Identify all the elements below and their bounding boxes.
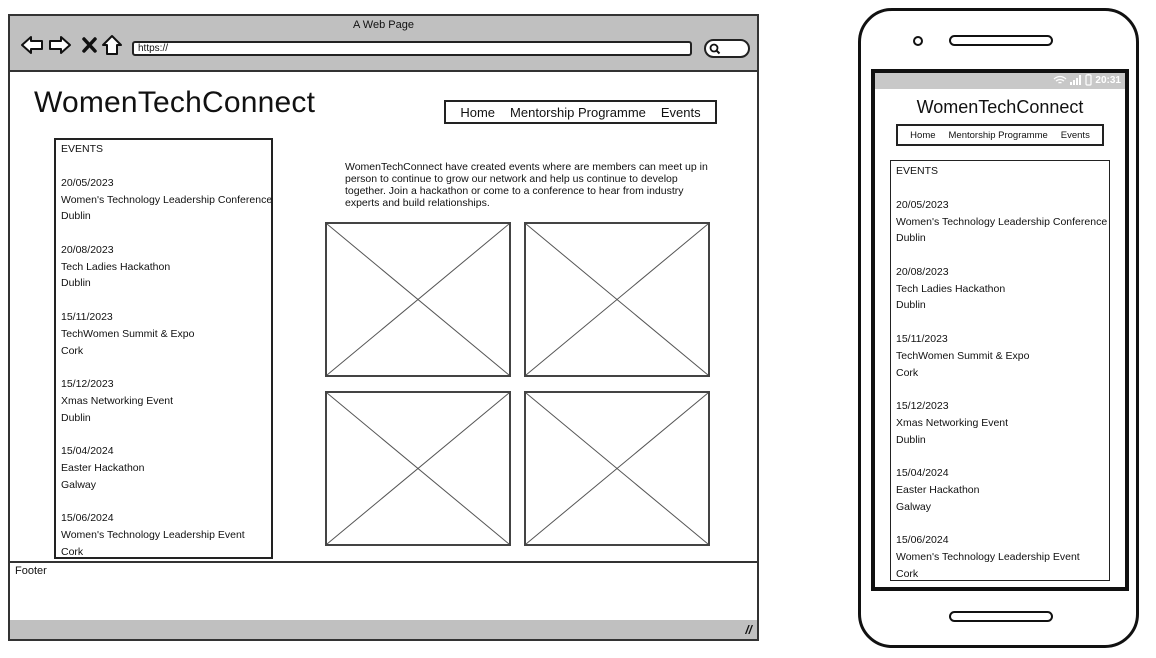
event-name: Xmas Networking Event	[61, 394, 174, 407]
event-item: 15/06/2024 Women's Technology Leadership…	[61, 510, 271, 560]
mobile-nav-link-home[interactable]: Home	[910, 130, 935, 141]
event-item: 15/11/2023 TechWomen Summit & Expo Cork	[61, 309, 271, 359]
events-list: EVENTS 20/05/2023 Women's Technology Lea…	[54, 138, 273, 559]
event-item: 15/12/2023 Xmas Networking Event Dublin	[896, 398, 1109, 448]
page-footer: Footer	[10, 561, 757, 622]
battery-icon	[1085, 74, 1093, 86]
event-location: Dublin	[61, 210, 91, 223]
footer-label: Footer	[15, 565, 47, 577]
main-navigation: Home Mentorship Programme Events	[444, 100, 717, 124]
event-date: 15/11/2023	[896, 333, 948, 346]
browser-status-bar: //	[10, 620, 757, 639]
intro-paragraph: WomenTechConnect have created events whe…	[345, 161, 708, 209]
event-location: Cork	[896, 567, 919, 580]
event-name: TechWomen Summit & Expo	[61, 327, 195, 340]
event-date: 15/12/2023	[896, 400, 949, 413]
event-location: Galway	[896, 500, 932, 513]
event-item: 15/04/2024 Easter Hackathon Galway	[61, 443, 271, 493]
event-date: 15/06/2024	[896, 534, 949, 547]
event-name: Xmas Networking Event	[896, 416, 1009, 429]
image-placeholder-cross-icon	[327, 393, 509, 544]
window-title: A Web Page	[353, 19, 414, 31]
event-name: Easter Hackathon	[896, 483, 980, 496]
image-placeholder	[524, 222, 710, 377]
event-name: Women's Technology Leadership Conference	[896, 215, 1108, 228]
speaker-icon	[949, 35, 1053, 46]
event-location: Cork	[61, 344, 84, 357]
event-name: TechWomen Summit & Expo	[896, 349, 1030, 362]
image-placeholder-cross-icon	[327, 224, 509, 375]
nav-link-home[interactable]: Home	[460, 105, 495, 120]
event-name: Tech Ladies Hackathon	[61, 260, 171, 273]
event-location: Dublin	[61, 277, 91, 290]
browser-search-button[interactable]	[704, 39, 750, 58]
mobile-events-heading: EVENTS	[896, 165, 939, 177]
browser-toolbar: A Web Page https://	[10, 16, 757, 72]
home-button[interactable]	[949, 611, 1053, 622]
mobile-screen: 20:31 WomenTechConnect Home Mentorship P…	[871, 69, 1129, 591]
event-location: Cork	[61, 545, 84, 558]
wifi-icon	[1054, 76, 1067, 84]
camera-icon	[913, 36, 923, 46]
mobile-site-title: WomenTechConnect	[916, 97, 1084, 117]
event-location: Dublin	[61, 411, 91, 424]
image-placeholder-cross-icon	[526, 393, 708, 544]
event-date: 15/12/2023	[61, 378, 114, 391]
event-item: 15/11/2023 TechWomen Summit & Expo Cork	[896, 331, 1109, 381]
status-time: 20:31	[1095, 75, 1121, 86]
mobile-nav-link-mentorship[interactable]: Mentorship Programme	[949, 130, 1048, 141]
site-title: WomenTechConnect	[34, 86, 316, 119]
event-name: Women's Technology Leadership Event	[896, 551, 1080, 563]
event-date: 15/11/2023	[61, 311, 113, 324]
event-date: 20/05/2023	[61, 177, 114, 189]
event-date: 15/06/2024	[61, 512, 114, 525]
event-name: Tech Ladies Hackathon	[896, 282, 1006, 295]
event-date: 15/04/2024	[61, 445, 114, 458]
mobile-navigation: Home Mentorship Programme Events	[896, 124, 1104, 146]
event-item: 15/06/2024 Women's Technology Leadership…	[896, 532, 1109, 582]
event-location: Galway	[61, 478, 97, 491]
mobile-status-bar: 20:31	[875, 73, 1125, 89]
event-name: Women's Technology Leadership Conference	[61, 193, 273, 206]
event-item: 20/05/2023 Women's Technology Leadership…	[61, 175, 273, 225]
image-placeholder	[325, 391, 511, 546]
home-icon[interactable]	[101, 34, 125, 56]
event-location: Dublin	[896, 232, 926, 245]
back-arrow-icon[interactable]	[20, 34, 44, 56]
events-heading: EVENTS	[61, 143, 104, 155]
resize-grip-icon[interactable]: //	[745, 623, 752, 637]
nav-link-events[interactable]: Events	[661, 105, 701, 120]
forward-arrow-icon[interactable]	[48, 34, 72, 56]
event-date: 20/08/2023	[61, 244, 114, 257]
event-item: 15/04/2024 Easter Hackathon Galway	[896, 465, 1109, 515]
mobile-nav-link-events[interactable]: Events	[1061, 130, 1090, 141]
image-placeholder-cross-icon	[526, 224, 708, 375]
url-input[interactable]: https://	[132, 41, 692, 56]
event-date: 20/05/2023	[896, 199, 949, 211]
event-location: Dublin	[896, 299, 926, 312]
event-location: Dublin	[896, 433, 926, 446]
event-item: 20/05/2023 Women's Technology Leadership…	[896, 197, 1109, 247]
event-name: Women's Technology Leadership Event	[61, 529, 245, 541]
event-item: 20/08/2023 Tech Ladies Hackathon Dublin	[61, 242, 271, 292]
magnifier-icon	[709, 43, 721, 55]
mobile-events-list: EVENTS 20/05/2023 Women's Technology Lea…	[890, 160, 1110, 581]
desktop-browser-window: A Web Page https:// WomenTechConnect Hom…	[8, 14, 759, 641]
event-location: Cork	[896, 366, 919, 379]
event-date: 15/04/2024	[896, 467, 949, 480]
image-placeholder	[524, 391, 710, 546]
event-date: 20/08/2023	[896, 266, 949, 279]
nav-link-mentorship[interactable]: Mentorship Programme	[510, 105, 646, 120]
signal-icon	[1070, 75, 1082, 86]
mobile-phone-frame: 20:31 WomenTechConnect Home Mentorship P…	[858, 8, 1139, 648]
event-item: 15/12/2023 Xmas Networking Event Dublin	[61, 376, 271, 426]
event-item: 20/08/2023 Tech Ladies Hackathon Dublin	[896, 264, 1109, 314]
event-name: Easter Hackathon	[61, 461, 145, 474]
image-placeholder	[325, 222, 511, 377]
